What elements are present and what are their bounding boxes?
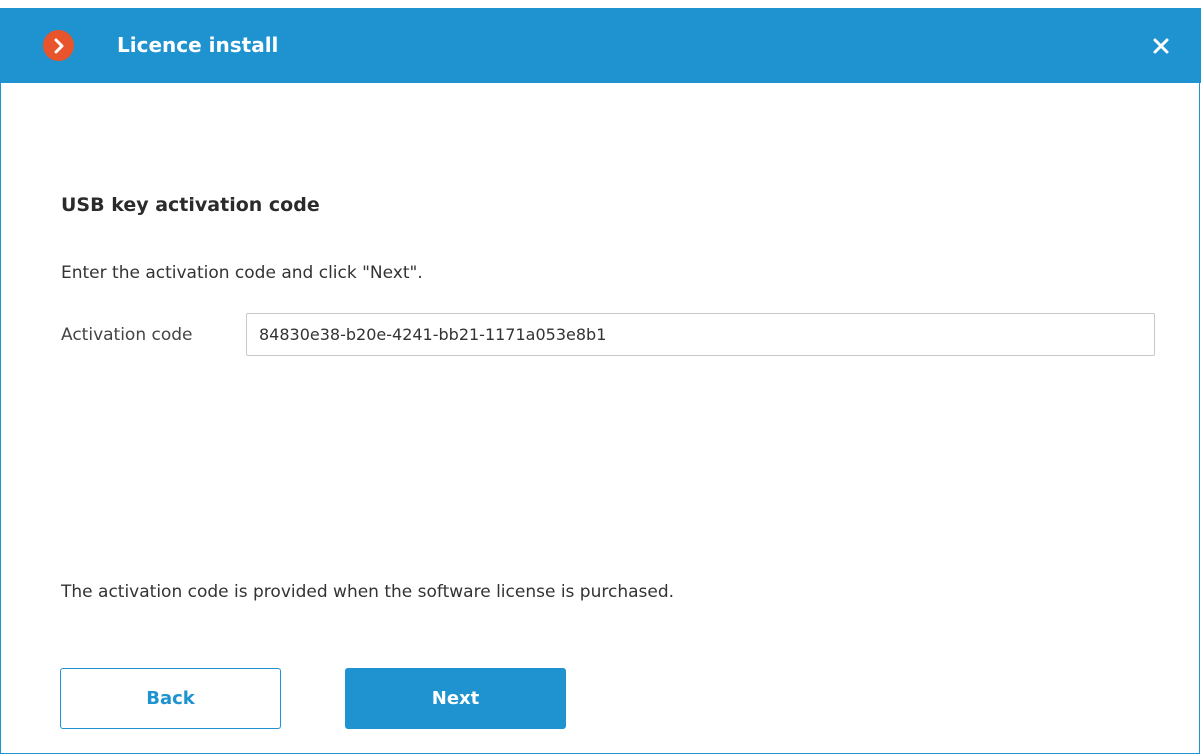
chevron-right-icon xyxy=(54,38,63,53)
section-heading: USB key activation code xyxy=(61,194,320,216)
dialog-title: Licence install xyxy=(117,33,279,57)
close-button[interactable] xyxy=(1147,32,1175,60)
next-button[interactable]: Next xyxy=(345,668,566,729)
instruction-text: Enter the activation code and click "Nex… xyxy=(61,263,423,283)
activation-note: The activation code is provided when the… xyxy=(61,582,675,602)
close-icon[interactable] xyxy=(1152,37,1170,55)
app-logo-icon xyxy=(43,30,74,61)
licence-install-dialog: Licence install USB key activation code … xyxy=(0,8,1201,754)
title-bar: Licence install xyxy=(1,8,1201,83)
activation-code-input[interactable] xyxy=(246,313,1155,356)
activation-code-label: Activation code xyxy=(61,325,193,345)
back-button[interactable]: Back xyxy=(60,668,281,729)
